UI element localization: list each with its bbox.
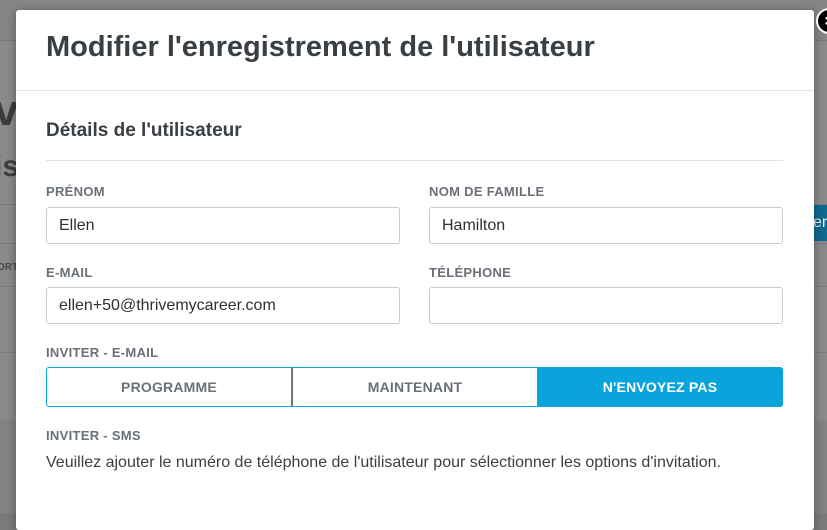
- invite-email-label: INVITER - E-MAIL: [46, 345, 159, 360]
- edit-user-modal: Modifier l'enregistrement de l'utilisate…: [16, 8, 827, 530]
- invite-sms-label: INVITER - SMS: [46, 428, 141, 443]
- invite-sms-helper-text: Veuillez ajouter le numéro de téléphone …: [46, 454, 721, 471]
- invite-email-options: PROGRAMME MAINTENANT N'ENVOYEZ PAS: [46, 367, 783, 407]
- section-divider: [46, 160, 783, 161]
- modal-header: Modifier l'enregistrement de l'utilisate…: [16, 10, 814, 91]
- email-input[interactable]: [46, 287, 400, 324]
- section-title: Détails de l'utilisateur: [46, 120, 242, 141]
- last-name-input[interactable]: [429, 207, 783, 244]
- phone-label: TÉLÉPHONE: [429, 265, 512, 280]
- background-action-button: er: [813, 205, 827, 241]
- modal-title: Modifier l'enregistrement de l'utilisate…: [46, 31, 595, 63]
- phone-input[interactable]: [429, 287, 783, 324]
- first-name-label: PRÉNOM: [46, 184, 105, 199]
- first-name-input[interactable]: [46, 207, 400, 244]
- email-label: E-MAIL: [46, 265, 93, 280]
- invite-email-option-schedule[interactable]: PROGRAMME: [46, 367, 292, 407]
- invite-email-option-do-not-send[interactable]: N'ENVOYEZ PAS: [538, 367, 783, 407]
- last-name-label: NOM DE FAMILLE: [429, 184, 545, 199]
- invite-email-option-now[interactable]: MAINTENANT: [292, 367, 538, 407]
